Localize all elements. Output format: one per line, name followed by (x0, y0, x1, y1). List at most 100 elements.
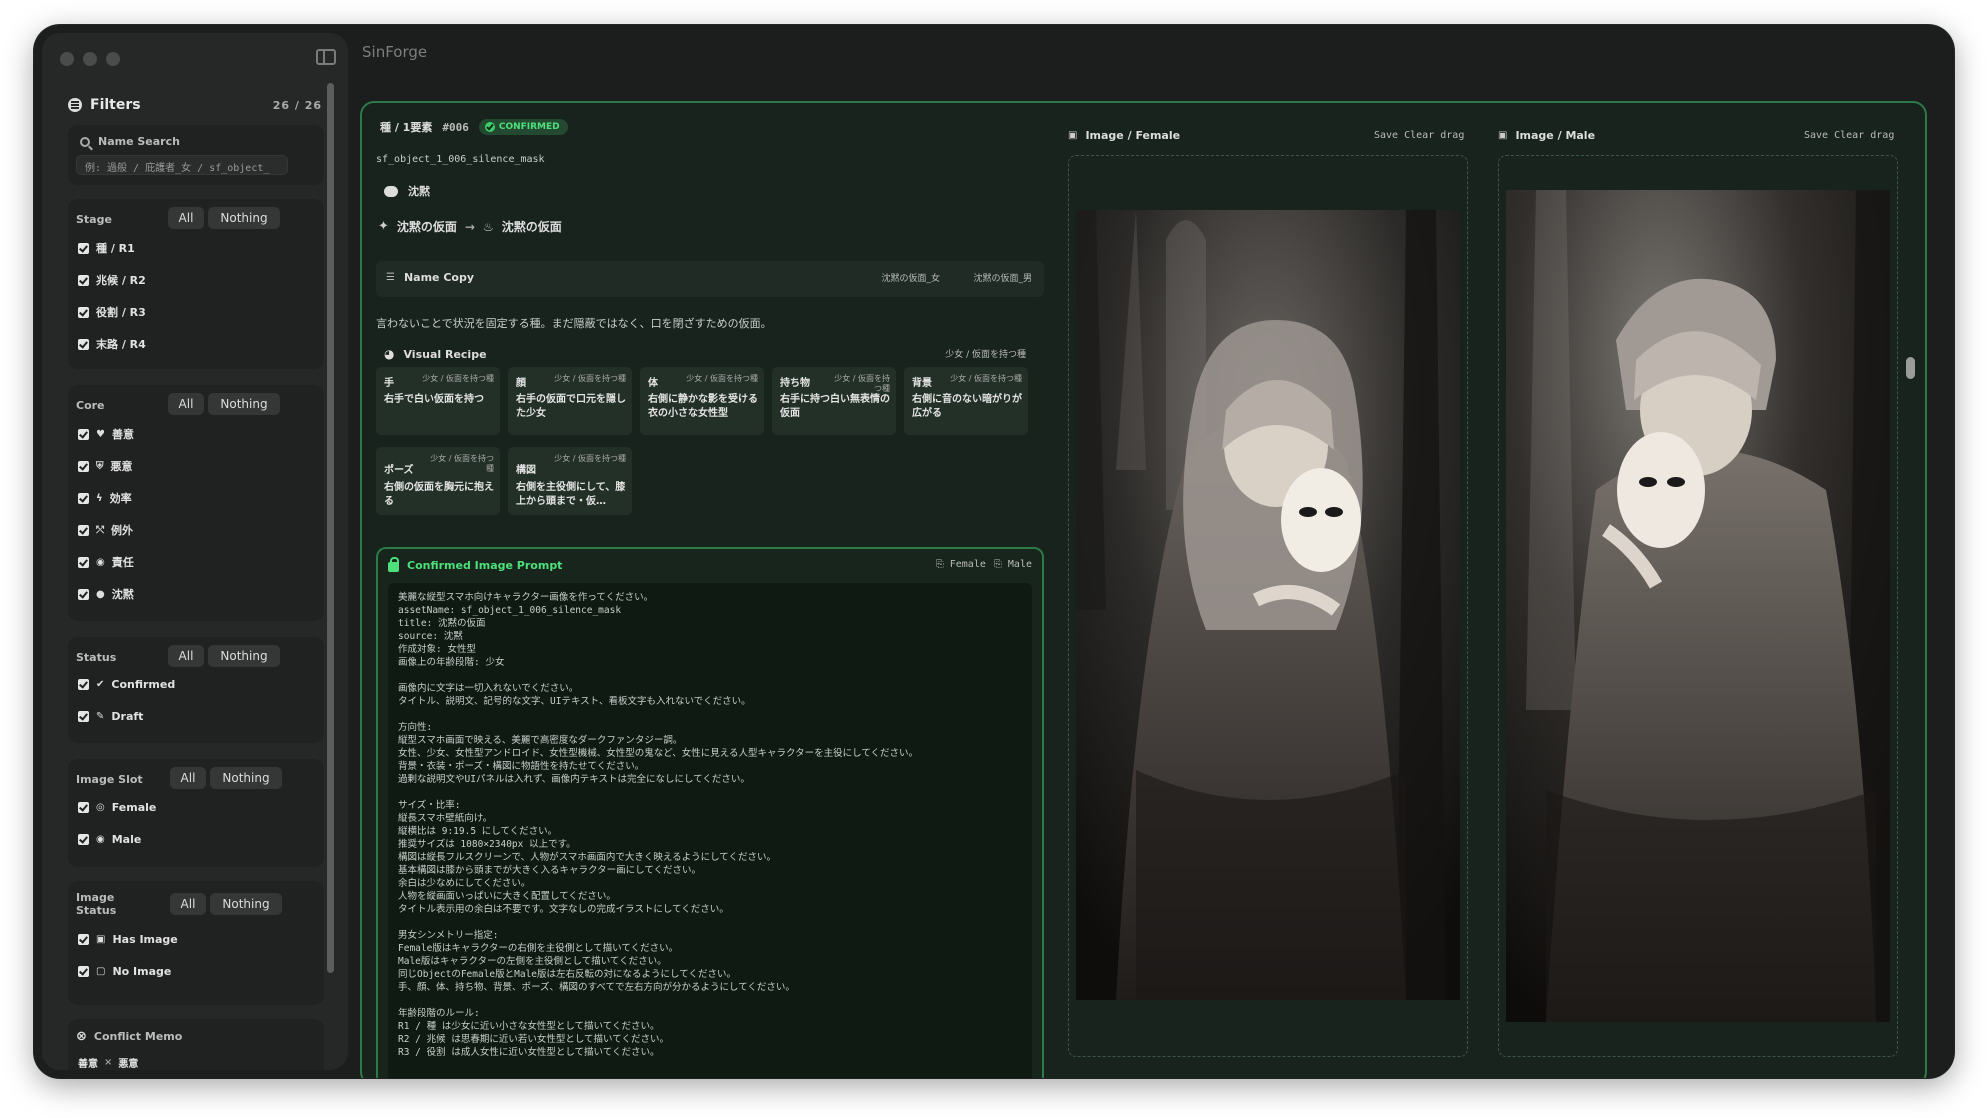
core-option-zeni[interactable]: ♥ 善意 (78, 426, 134, 442)
image-icon: ▣ (96, 934, 106, 945)
checkbox-checked-icon[interactable] (78, 834, 89, 845)
stage-filter-group: Stage All Nothing 種 / R1 兆候 / R2 役割 / R3… (68, 199, 324, 369)
recipe-card-face: 顔少女 / 仮面を持つ種 右手の仮面で口元を隠した少女 (508, 367, 632, 435)
stage-label: 種 / 1要素 (380, 121, 433, 134)
drag-female-handle[interactable]: drag (1440, 130, 1464, 141)
image-slot-option-male[interactable]: ◉ Male (78, 833, 141, 846)
copy-female-prompt-button[interactable]: ⎘ Female (936, 559, 986, 570)
copy-female-name-button[interactable]: 沈黙の仮面_女 (881, 271, 940, 284)
drag-male-handle[interactable]: drag (1870, 130, 1894, 141)
list-icon: ☰ (386, 272, 395, 283)
prompt-text[interactable]: 美麗な縦型スマホ向けキャラクター画像を作ってください。 assetName: sf… (388, 583, 1032, 1078)
from-name: 沈黙の仮面 (396, 220, 457, 234)
prompt-line: 女性、少女、女性型アンドロイド、女性型機械、女性型の鬼など、女性に見える人型キャ… (398, 748, 919, 759)
checkbox-checked-icon[interactable] (78, 556, 89, 568)
image-male-dropzone[interactable] (1498, 155, 1898, 1057)
prompt-line (398, 994, 1022, 1007)
image-status-nothing-button[interactable]: Nothing (210, 893, 282, 915)
filter-icon (68, 98, 82, 112)
recipe-card-body: 体少女 / 仮面を持つ種 右側に静かな影を受ける衣の小さな女性型 (640, 367, 764, 435)
name-search-box: Name Search 例: 過般 / 庇護者_女 / sf_object_ (68, 125, 324, 185)
minimize-window-button[interactable] (83, 52, 97, 66)
main-scrollbar[interactable] (1906, 357, 1915, 379)
prompt-line: 人物を縦画面いっぱいに大きく配置してください。 (398, 891, 616, 902)
save-female-button[interactable]: Save (1374, 130, 1398, 141)
flame-icon: ♨ (482, 219, 494, 234)
image-status-option-has-image[interactable]: ▣ Has Image (78, 933, 178, 946)
filters-header: Filters 26 / 26 (68, 97, 322, 113)
checkbox-checked-icon[interactable] (78, 588, 89, 600)
checkbox-checked-icon[interactable] (78, 711, 89, 722)
image-slot-all-button[interactable]: All (170, 767, 206, 789)
checkbox-checked-icon[interactable] (78, 492, 89, 504)
core-all-button[interactable]: All (168, 393, 204, 415)
status-all-button[interactable]: All (168, 645, 204, 667)
detail-header: 種 / 1要素 #006 CONFIRMED (380, 119, 568, 135)
image-icon: ▣ (1498, 130, 1508, 141)
prompt-line: タイトル表示用の余白は不要です。文字なしの完成イラストにしてください。 (398, 904, 729, 915)
checkbox-checked-icon[interactable] (78, 428, 89, 440)
prompt-line: Female版はキャラクターの右側を主役側として描いてください。 (398, 943, 679, 954)
prompt-line: サイズ・比率: (398, 800, 461, 811)
image-slot-nothing-button[interactable]: Nothing (210, 767, 282, 789)
name-search-label: Name Search (98, 135, 180, 148)
clear-male-button[interactable]: Clear (1834, 130, 1864, 141)
checkbox-checked-icon[interactable] (78, 338, 89, 350)
image-slot-filter-group: Image Slot All Nothing ◎ Female ◉ Male (68, 759, 324, 867)
clear-female-button[interactable]: Clear (1404, 130, 1434, 141)
prompt-line: 構図は縦長フルスクリーンで、人物がスマホ画面内で大きく映えるようにしてください。 (398, 852, 777, 863)
close-window-button[interactable] (60, 52, 74, 66)
checkbox-checked-icon[interactable] (78, 966, 89, 977)
image-status-filter-group: Image Status All Nothing ▣ Has Image ▢ No … (68, 881, 324, 1005)
filters-sidebar: Filters 26 / 26 Name Search 例: 過般 / 庇護者_… (42, 33, 348, 1070)
status-option-confirmed[interactable]: ✔ Confirmed (78, 678, 175, 691)
prompt-line (398, 786, 1022, 799)
prompt-line: R3 / 役割 は成人女性に近い女性型として描いてください。 (398, 1047, 660, 1058)
prompt-line: 縦型スマホ画面で映える、美麗で高密度なダークファンタジー調。 (398, 735, 683, 746)
prompt-line: 余白は少なめにしてください。 (398, 878, 531, 889)
image-female-dropzone[interactable] (1068, 155, 1468, 1057)
checkbox-checked-icon[interactable] (78, 679, 89, 690)
checkbox-checked-icon[interactable] (78, 306, 89, 318)
stage-all-button[interactable]: All (168, 207, 204, 229)
prompt-line: 画像内に文字は一切入れないでください。 (398, 683, 579, 694)
status-nothing-button[interactable]: Nothing (208, 645, 280, 667)
stage-nothing-button[interactable]: Nothing (208, 207, 280, 229)
x-circle-icon: ⊗ (76, 1029, 87, 1044)
image-status-option-no-image[interactable]: ▢ No Image (78, 965, 171, 978)
status-option-draft[interactable]: ✎ Draft (78, 710, 143, 723)
image-slot-option-female[interactable]: ◎ Female (78, 801, 156, 814)
core-option-reigai[interactable]: ⤲ 例外 (78, 522, 133, 538)
checkbox-checked-icon[interactable] (78, 274, 89, 286)
stage-option-r1[interactable]: 種 / R1 (78, 240, 135, 256)
core-option-kouritsu[interactable]: ϟ 効率 (78, 490, 132, 506)
image-status-all-button[interactable]: All (170, 893, 206, 915)
checkbox-checked-icon[interactable] (78, 460, 89, 472)
copy-male-prompt-button[interactable]: ⎘ Male (994, 559, 1032, 570)
name-search-input[interactable]: 例: 過般 / 庇護者_女 / sf_object_ (76, 155, 288, 175)
sidebar-toggle-icon[interactable] (316, 49, 336, 65)
filters-count: 26 / 26 (272, 98, 322, 112)
core-nothing-button[interactable]: Nothing (208, 393, 280, 415)
checkbox-checked-icon[interactable] (78, 524, 89, 536)
save-male-button[interactable]: Save (1804, 130, 1828, 141)
stage-option-r2[interactable]: 兆候 / R2 (78, 272, 146, 288)
core-option-akui[interactable]: ⛨ 悪意 (78, 458, 133, 474)
image-female-header: ▣ Image / Female (1068, 129, 1181, 142)
copy-male-name-button[interactable]: 沈黙の仮面_男 (973, 271, 1032, 284)
core-option-chinmoku[interactable]: ● 沈黙 (78, 586, 134, 602)
checkbox-checked-icon[interactable] (78, 802, 89, 813)
copy-icon: ⎘ (993, 559, 1002, 570)
prompt-line: 画像上の年齢段階: 少女 (398, 657, 505, 668)
branch-icon: ⤲ (96, 524, 104, 536)
stage-option-r4[interactable]: 末路 / R4 (78, 336, 146, 352)
prompt-line: 方向性: (398, 722, 433, 733)
zoom-window-button[interactable] (106, 52, 120, 66)
sidebar-scrollbar[interactable] (327, 83, 334, 973)
stage-option-r3[interactable]: 役割 / R3 (78, 304, 146, 320)
core-option-sekinin[interactable]: ◉ 責任 (78, 554, 134, 570)
prompt-line: 年齢段階のルール: (398, 1008, 480, 1019)
checkbox-checked-icon[interactable] (78, 934, 89, 945)
checkbox-checked-icon[interactable] (78, 242, 89, 254)
recipe-card-pose: ポーズ 少女 / 仮面を持つ種 右側の仮面を胸元に抱える (376, 447, 500, 515)
